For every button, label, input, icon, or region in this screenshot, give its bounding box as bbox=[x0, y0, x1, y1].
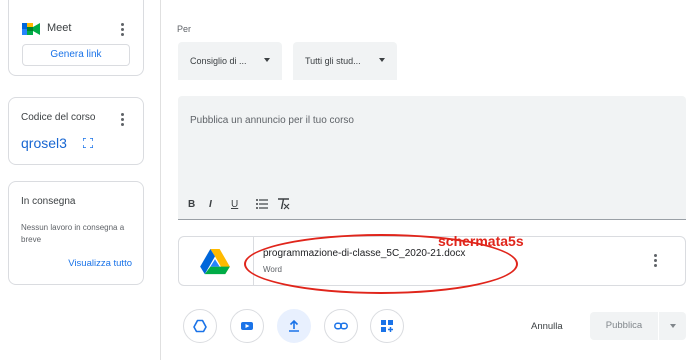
class-select-value: Consiglio di ... bbox=[190, 56, 247, 66]
sidebar-divider bbox=[160, 0, 161, 360]
announcement-placeholder: Pubblica un annuncio per il tuo corso bbox=[190, 115, 354, 126]
meet-more-icon[interactable] bbox=[121, 23, 125, 38]
add-link-button[interactable] bbox=[324, 309, 358, 343]
dropdown-arrow-icon bbox=[264, 58, 270, 62]
attachment-more-icon[interactable] bbox=[654, 254, 658, 269]
google-drive-icon bbox=[200, 249, 230, 275]
generate-link-button[interactable]: Genera link bbox=[22, 44, 130, 66]
fullscreen-icon[interactable] bbox=[83, 138, 93, 148]
students-select-value: Tutti gli stud... bbox=[305, 56, 361, 66]
due-work-card: In consegna Nessun lavoro in consegna a … bbox=[8, 181, 144, 285]
announcement-editor[interactable]: Pubblica un annuncio per il tuo corso B … bbox=[178, 96, 686, 220]
add-youtube-button[interactable] bbox=[230, 309, 264, 343]
underline-button[interactable]: U bbox=[231, 199, 238, 210]
dropdown-arrow-icon bbox=[379, 58, 385, 62]
due-work-title: In consegna bbox=[21, 196, 76, 207]
editor-underline bbox=[178, 219, 686, 220]
course-code-title: Codice del corso bbox=[21, 112, 96, 123]
italic-button[interactable]: I bbox=[209, 199, 212, 210]
bulleted-list-icon[interactable] bbox=[256, 199, 268, 209]
view-all-link[interactable]: Visualizza tutto bbox=[68, 258, 132, 269]
meet-title: Meet bbox=[47, 22, 72, 34]
add-drive-button[interactable] bbox=[183, 309, 217, 343]
course-code-value: qrosel3 bbox=[21, 135, 67, 151]
publish-button[interactable]: Pubblica bbox=[590, 312, 658, 340]
create-icon bbox=[381, 320, 393, 332]
due-work-text: Nessun lavoro in consegna a breve bbox=[21, 223, 125, 244]
google-drive-icon bbox=[193, 319, 207, 333]
publish-options-button[interactable] bbox=[659, 312, 686, 340]
link-icon bbox=[334, 322, 348, 330]
upload-icon bbox=[289, 319, 299, 332]
dropdown-arrow-icon bbox=[670, 324, 676, 328]
youtube-icon bbox=[241, 322, 253, 330]
meet-icon bbox=[22, 23, 40, 35]
course-code-more-icon[interactable] bbox=[121, 113, 125, 128]
clear-formatting-icon[interactable] bbox=[277, 197, 290, 210]
recipients-label: Per bbox=[177, 24, 192, 34]
create-new-button[interactable] bbox=[370, 309, 404, 343]
meet-card: Meet Genera link bbox=[8, 0, 144, 76]
bold-button[interactable]: B bbox=[188, 199, 195, 210]
annotation-label: schermata5s bbox=[438, 233, 524, 249]
course-code-card: Codice del corso qrosel3 bbox=[8, 97, 144, 165]
attachment-thumbnail bbox=[179, 237, 254, 285]
sidebar: Meet Genera link Codice del corso qrosel… bbox=[0, 0, 160, 360]
cancel-button[interactable]: Annulla bbox=[531, 321, 563, 332]
upload-button[interactable] bbox=[277, 309, 311, 343]
class-select[interactable]: Consiglio di ... bbox=[178, 42, 282, 80]
students-select[interactable]: Tutti gli stud... bbox=[293, 42, 397, 80]
